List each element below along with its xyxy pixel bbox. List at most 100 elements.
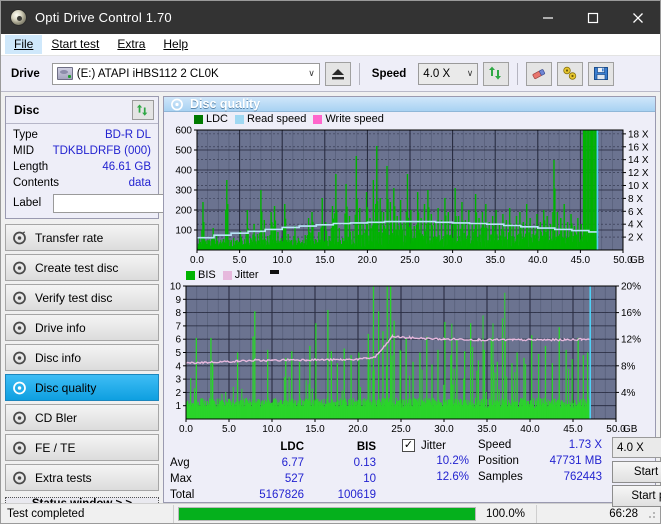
svg-text:200: 200 (175, 206, 192, 217)
disc-panel-title: Disc (14, 103, 40, 117)
sidebar-item-cd-bler[interactable]: CD Bler (5, 404, 159, 431)
menu-file[interactable]: File (5, 35, 43, 54)
svg-text:25.0: 25.0 (400, 255, 420, 266)
menu-file-label: File (14, 37, 34, 51)
svg-text:5: 5 (175, 348, 181, 359)
chart-marker-icon (269, 269, 279, 274)
disc-icon (13, 471, 26, 484)
legend-item-jitter: Jitter (222, 269, 259, 281)
svg-text:GB: GB (630, 255, 645, 266)
sidebar-item-drive-info[interactable]: Drive info (5, 314, 159, 341)
disc-row-contents-value: data (128, 177, 151, 189)
ldc-chart[interactable]: 100 200 300 400 500 600 2 X 4 X 6 X 8 X 10 X 12 X 14… (164, 126, 655, 268)
svg-text:5.0: 5.0 (222, 424, 236, 435)
sidebar-item-disc-info[interactable]: Disc info (5, 344, 159, 371)
svg-text:20.0: 20.0 (358, 255, 378, 266)
disc-refresh-button[interactable] (132, 100, 154, 120)
legend-label-ldc: LDC (206, 113, 229, 125)
drive-label: Drive (11, 67, 40, 80)
svg-text:40.0: 40.0 (520, 424, 540, 435)
progress-bar-fill (179, 507, 475, 520)
sidebar-item-verify-test-disc[interactable]: Verify test disc (5, 284, 159, 311)
bis-chart-legend: BIS Jitter (164, 268, 655, 282)
drive-select[interactable]: (E:) ATAPI iHBS112 2 CL0K ∨ (51, 62, 320, 85)
jitter-checkbox-group[interactable]: ✓ Jitter (402, 439, 446, 452)
start-full-button[interactable]: Start full (612, 461, 661, 483)
maximize-icon[interactable] (570, 1, 615, 34)
svg-text:20%: 20% (621, 282, 641, 293)
window-title: Opti Drive Control 1.70 (35, 10, 172, 25)
legend-item-ldc: LDC (194, 113, 228, 125)
stats-header-row: LDC BIS (170, 439, 400, 455)
stats-row-max-key: Max (170, 473, 192, 485)
chevron-down-icon: ∨ (466, 68, 474, 78)
svg-text:10.0: 10.0 (272, 255, 292, 266)
bis-chart[interactable]: 1 2 3 4 5 6 7 8 9 10 4% 8% 12% 16% 20% 0.0 5.0 10.0 15.0 20… (164, 282, 655, 437)
svg-text:GB: GB (623, 424, 638, 435)
svg-text:20.0: 20.0 (348, 424, 368, 435)
stats-row-avg-key: Avg (170, 457, 190, 469)
menu-start-test-label: Start test (51, 37, 100, 51)
speed-select-value: 4.0 X (423, 67, 451, 80)
disc-info-panel: Disc Type BD-R DL MID TDKBLDRFB (000) Le… (5, 96, 258, 219)
progress-percent: 100.0% (486, 507, 526, 520)
svg-text:10 X: 10 X (628, 181, 649, 192)
speed-readout-key: Speed (478, 439, 512, 451)
eject-button[interactable] (324, 61, 351, 86)
jitter-checkbox[interactable]: ✓ (402, 439, 415, 452)
sidebar: Disc Type BD-R DL MID TDKBLDRFB (000) Le… (5, 96, 258, 511)
sidebar-item-transfer-rate[interactable]: Transfer rate (5, 224, 159, 251)
disc-icon (13, 230, 26, 244)
refresh-button[interactable] (483, 61, 510, 86)
svg-text:12 X: 12 X (628, 168, 649, 179)
sidebar-item-extra-tests-label: Extra tests (35, 470, 92, 485)
erase-button[interactable] (526, 61, 553, 86)
tools-button[interactable] (557, 61, 584, 86)
svg-text:8: 8 (175, 308, 181, 319)
resize-grip-icon[interactable] (644, 507, 658, 521)
chevron-down-icon: ∨ (308, 68, 315, 78)
disc-row-type-key: Type (13, 129, 38, 141)
svg-text:600: 600 (175, 126, 192, 137)
main-panel: Disc quality LDC Read speed Write speed (163, 96, 661, 507)
svg-text:18 X: 18 X (628, 129, 649, 140)
disc-label-row: Label (13, 193, 258, 213)
disc-row-contents: Contents data (13, 175, 151, 191)
sidebar-item-create-test-disc[interactable]: Create test disc (5, 254, 159, 281)
svg-text:30.0: 30.0 (434, 424, 454, 435)
ldc-chart-legend: LDC Read speed Write speed (164, 112, 655, 126)
sidebar-item-disc-quality[interactable]: Disc quality (5, 374, 159, 401)
test-speed-select[interactable]: 4.0 X ∨ (612, 437, 661, 458)
stats-row-avg: Avg 6.77 0.13 (170, 455, 400, 471)
disc-label-key: Label (13, 197, 42, 209)
svg-text:35.0: 35.0 (485, 255, 505, 266)
menu-extra[interactable]: Extra (108, 35, 154, 54)
svg-text:400: 400 (175, 166, 192, 177)
stats-row-avg-ldc: 6.77 (281, 457, 304, 469)
menu-start-test[interactable]: Start test (42, 35, 108, 54)
eject-icon (331, 68, 344, 79)
sidebar-item-extra-tests[interactable]: Extra tests (5, 464, 159, 491)
speed-select[interactable]: 4.0 X ∨ (418, 62, 479, 85)
legend-item-bis: BIS (186, 269, 216, 281)
svg-text:35.0: 35.0 (477, 424, 497, 435)
samples-readout-value: 762443 (563, 471, 602, 483)
toolbar-divider (517, 62, 519, 85)
sidebar-item-fe-te[interactable]: FE / TE (5, 434, 159, 461)
close-icon[interactable] (615, 1, 660, 34)
start-part-button[interactable]: Start part (612, 485, 661, 507)
minimize-icon[interactable] (525, 1, 570, 34)
window-controls (525, 1, 660, 34)
status-message: Test completed (7, 507, 85, 520)
toolbar: Drive (E:) ATAPI iHBS112 2 CL0K ∨ Speed … (1, 56, 660, 92)
drive-icon (56, 67, 73, 80)
main-panel-header: Disc quality (164, 97, 655, 112)
menu-help[interactable]: Help (154, 35, 197, 54)
save-button[interactable] (588, 61, 615, 86)
legend-label-jitter: Jitter (234, 269, 259, 281)
svg-text:8 X: 8 X (628, 194, 643, 205)
disc-icon (13, 441, 26, 454)
stats-row-total-bis: 100619 (337, 489, 376, 501)
application-window: Opti Drive Control 1.70 File Start test … (0, 0, 661, 524)
svg-text:15.0: 15.0 (305, 424, 325, 435)
